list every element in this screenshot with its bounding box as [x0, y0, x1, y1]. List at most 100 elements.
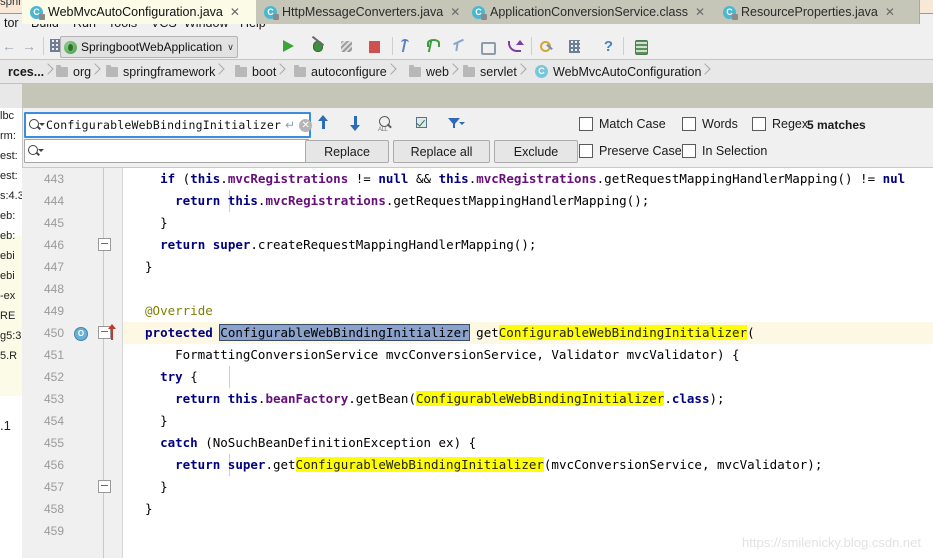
line-number: 457 [44, 480, 64, 494]
checkbox-box[interactable] [579, 144, 593, 158]
replace-history-icon[interactable] [28, 145, 41, 158]
in-selection-checkbox[interactable]: In Selection [682, 144, 767, 158]
code-line[interactable]: } [160, 410, 168, 432]
close-icon[interactable]: ✕ [885, 5, 895, 19]
find-previous-icon[interactable] [316, 115, 333, 132]
code-token: return [175, 193, 228, 208]
search-match-highlight: ConfigurableWebBindingInitializer [499, 325, 747, 340]
sort-lines-icon[interactable] [47, 37, 59, 55]
match-case-label: Match Case [599, 117, 666, 131]
code-line[interactable]: return super.getConfigurableWebBindingIn… [175, 454, 822, 476]
clear-search-icon[interactable]: ✕ [299, 119, 312, 132]
code-line[interactable]: try { [160, 366, 198, 388]
code-token: if [160, 171, 183, 186]
chevron-right-icon [215, 60, 224, 83]
find-all-icon[interactable]: ALL [377, 115, 396, 132]
breadcrumb-item-org[interactable]: org [48, 60, 91, 83]
fold-marker-collapse[interactable] [98, 480, 111, 493]
code-line[interactable]: protected ConfigurableWebBindingInitiali… [145, 322, 755, 344]
replace-input[interactable] [24, 139, 309, 163]
breadcrumb-item-resources[interactable]: rces... [0, 60, 44, 83]
code-token: this [228, 391, 258, 406]
breadcrumb-item-web[interactable]: web [401, 60, 449, 83]
checkbox-box[interactable] [752, 117, 766, 131]
select-all-occurrences-icon[interactable] [414, 115, 431, 132]
help-icon[interactable]: ? [600, 38, 617, 55]
match-case-checkbox[interactable]: Match Case [579, 117, 666, 131]
strip-line: .1 [0, 418, 11, 433]
breadcrumb-label: org [73, 65, 91, 79]
fold-marker-collapse[interactable] [98, 238, 111, 251]
find-next-icon[interactable] [348, 115, 365, 132]
line-number: 448 [44, 282, 64, 296]
strip-line: est: [0, 150, 18, 162]
code-line[interactable]: } [145, 256, 153, 278]
editor-gutter[interactable]: 4434444454464474484494504514524534544554… [22, 168, 123, 558]
code-line[interactable]: @Override [145, 300, 213, 322]
breadcrumb-item-springframework[interactable]: springframework [98, 60, 215, 83]
regex-checkbox[interactable]: Regex [752, 117, 808, 131]
tab-applicationconversionservice[interactable]: C ApplicationConversionService.class ✕ [464, 0, 722, 24]
structure-icon[interactable] [566, 38, 583, 55]
code-line[interactable]: return this.beanFactory.getBean(Configur… [175, 388, 724, 410]
line-number: 444 [44, 194, 64, 208]
code-editor[interactable]: 4434444454464474484494504514524534544554… [22, 168, 933, 558]
exclude-button[interactable]: Exclude [494, 140, 578, 163]
navigate-back-icon[interactable]: ← [2, 39, 16, 53]
search-icon[interactable] [29, 119, 42, 132]
database-icon[interactable] [632, 38, 649, 55]
commit-icon[interactable] [425, 38, 442, 55]
code-token: . [220, 171, 228, 186]
run-configuration-selector[interactable]: SpringbootWebApplication ∨ [60, 36, 238, 58]
words-checkbox[interactable]: Words [682, 117, 738, 131]
code-line[interactable]: return this.mvcRegistrations.getRequestM… [175, 190, 649, 212]
code-line[interactable]: return super.createRequestMappingHandler… [160, 234, 536, 256]
breadcrumb-item-servlet[interactable]: servlet [455, 60, 517, 83]
folder-icon [56, 67, 68, 77]
replace-button[interactable]: Replace [305, 140, 389, 163]
coverage-icon[interactable] [338, 38, 355, 55]
checkbox-box[interactable] [682, 117, 696, 131]
code-token: return [160, 237, 213, 252]
tab-label: ResourceProperties.java [741, 5, 878, 19]
filter-icon[interactable] [446, 115, 465, 132]
tab-resourceproperties[interactable]: C ResourceProperties.java ✕ [715, 0, 920, 24]
tab-webmvcautoconfiguration[interactable]: C WebMvcAutoConfiguration.java ✕ [22, 0, 263, 24]
screenshot-icon[interactable] [478, 38, 495, 55]
update-project-icon[interactable] [399, 38, 416, 55]
code-line[interactable]: } [160, 476, 168, 498]
revert-icon[interactable] [505, 38, 522, 55]
close-icon[interactable]: ✕ [450, 5, 460, 19]
code-line[interactable]: catch (NoSuchBeanDefinitionException ex)… [160, 432, 476, 454]
close-icon[interactable]: ✕ [695, 5, 705, 19]
navigate-forward-icon[interactable]: → [22, 39, 36, 53]
breadcrumb-item-boot[interactable]: boot [227, 60, 276, 83]
breadcrumb-item-class[interactable]: C WebMvcAutoConfiguration [527, 60, 701, 83]
code-line[interactable]: } [160, 212, 168, 234]
tab-httpmessageconverters[interactable]: C HttpMessageConverters.java ✕ [256, 0, 471, 24]
code-line[interactable]: } [145, 498, 153, 520]
stop-icon[interactable] [366, 38, 383, 55]
override-method-icon[interactable]: O [74, 327, 88, 341]
run-icon[interactable] [280, 38, 297, 55]
menu-item-editor[interactable]: tor [0, 16, 23, 31]
code-line[interactable]: if (this.mvcRegistrations != null && thi… [160, 168, 905, 190]
debug-icon[interactable] [310, 38, 327, 55]
close-icon[interactable]: ✕ [230, 5, 240, 19]
search-input[interactable]: ConfigurableWebBindingInitializer ↵ ✕ [24, 112, 311, 138]
preserve-case-checkbox[interactable]: Preserve Case [579, 144, 682, 158]
key-icon[interactable] [538, 38, 555, 55]
checkbox-box[interactable] [579, 117, 593, 131]
breadcrumb-label: servlet [480, 65, 517, 79]
code-token: get [469, 325, 499, 340]
code-line[interactable]: FormattingConversionService mvcConversio… [175, 344, 739, 366]
tool-window-corner [0, 84, 22, 109]
line-number: 458 [44, 502, 64, 516]
push-icon[interactable] [451, 38, 468, 55]
code-token: (mvcConversionService, mvcValidator); [544, 457, 822, 472]
breadcrumb-item-autoconfigure[interactable]: autoconfigure [286, 60, 387, 83]
line-number: 450 [44, 326, 64, 340]
checkbox-box[interactable] [682, 144, 696, 158]
project-tool-window-strip[interactable]: lbc rm: est: est: s:4.3 eb: eb: ebi ebi … [0, 108, 23, 558]
replace-all-button[interactable]: Replace all [393, 140, 490, 163]
